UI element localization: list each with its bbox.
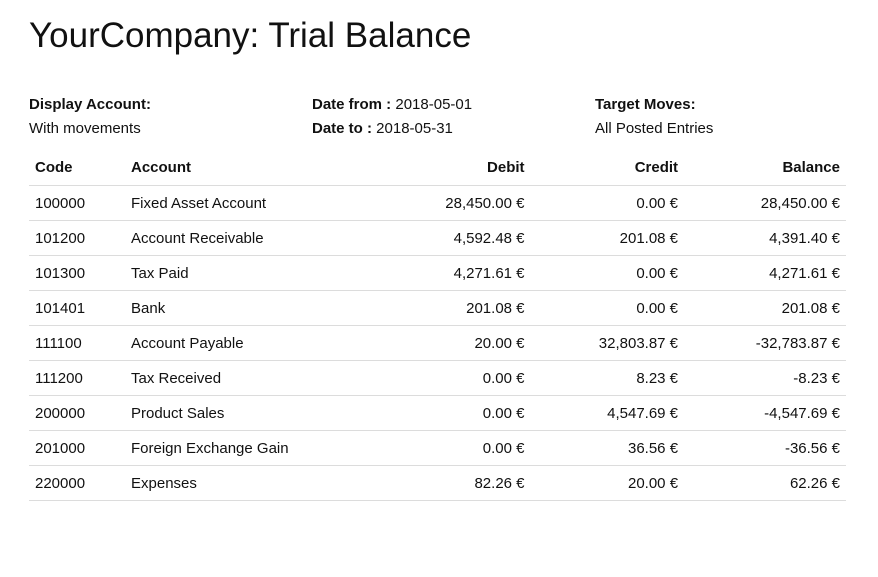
cell-account: Fixed Asset Account	[125, 185, 377, 221]
target-moves-value: All Posted Entries	[595, 120, 714, 137]
cell-code: 111100	[29, 325, 125, 361]
table-row: 111200 Tax Received 0.00 € 8.23 € -8.23 …	[29, 360, 846, 396]
date-range-block: Date from : 2018-05-01 Date to : 2018-05…	[312, 93, 472, 141]
cell-credit: 8.23 €	[530, 360, 685, 396]
display-account-label: Display Account:	[29, 96, 151, 113]
date-to-label: Date to :	[312, 120, 372, 137]
cell-credit: 0.00 €	[530, 255, 685, 291]
report-info: Display Account: With movements Date fro…	[29, 93, 846, 143]
cell-code: 101200	[29, 220, 125, 256]
date-from-line: Date from : 2018-05-01	[312, 93, 472, 117]
date-from-label: Date from :	[312, 96, 392, 113]
cell-balance: 201.08 €	[684, 290, 846, 326]
cell-account: Tax Received	[125, 360, 377, 396]
cell-credit: 0.00 €	[530, 185, 685, 221]
cell-balance: -36.56 €	[684, 430, 846, 466]
cell-code: 220000	[29, 465, 125, 501]
date-from-value: 2018-05-01	[395, 96, 473, 113]
cell-credit: 0.00 €	[530, 290, 685, 326]
cell-debit: 0.00 €	[377, 395, 531, 431]
table-row: 201000 Foreign Exchange Gain 0.00 € 36.5…	[29, 430, 846, 466]
display-account-value: With movements	[29, 120, 141, 137]
date-to-value: 2018-05-31	[376, 120, 453, 137]
cell-credit: 201.08 €	[530, 220, 685, 256]
cell-credit: 4,547.69 €	[530, 395, 685, 431]
cell-debit: 201.08 €	[377, 290, 531, 326]
cell-balance: -4,547.69 €	[684, 395, 846, 431]
cell-code: 100000	[29, 185, 125, 221]
table-row: 200000 Product Sales 0.00 € 4,547.69 € -…	[29, 395, 846, 431]
table-row: 220000 Expenses 82.26 € 20.00 € 62.26 €	[29, 465, 846, 501]
cell-code: 101401	[29, 290, 125, 326]
cell-account: Product Sales	[125, 395, 377, 431]
cell-debit: 20.00 €	[377, 325, 531, 361]
table-row: 101200 Account Receivable 4,592.48 € 201…	[29, 220, 846, 256]
cell-account: Account Receivable	[125, 220, 377, 256]
cell-balance: 4,271.61 €	[684, 255, 846, 291]
cell-balance: 28,450.00 €	[684, 185, 846, 221]
cell-balance: -32,783.87 €	[684, 325, 846, 361]
table-row: 111100 Account Payable 20.00 € 32,803.87…	[29, 325, 846, 361]
table-header-row: Code Account Debit Credit Balance	[29, 150, 846, 186]
cell-balance: 4,391.40 €	[684, 220, 846, 256]
report-title: YourCompany: Trial Balance	[29, 16, 472, 55]
cell-account: Foreign Exchange Gain	[125, 430, 377, 466]
header-account: Account	[125, 150, 377, 186]
cell-balance: -8.23 €	[684, 360, 846, 396]
target-moves-block: Target Moves: All Posted Entries	[595, 93, 713, 141]
cell-debit: 4,592.48 €	[377, 220, 531, 256]
header-balance: Balance	[684, 150, 846, 186]
cell-account: Bank	[125, 290, 377, 326]
cell-account: Expenses	[125, 465, 377, 501]
header-credit: Credit	[530, 150, 685, 186]
target-moves-label: Target Moves:	[595, 96, 696, 113]
cell-code: 201000	[29, 430, 125, 466]
cell-debit: 82.26 €	[377, 465, 531, 501]
display-account-block: Display Account: With movements	[29, 93, 151, 141]
cell-account: Tax Paid	[125, 255, 377, 291]
cell-account: Account Payable	[125, 325, 377, 361]
header-code: Code	[29, 150, 125, 186]
table-row: 100000 Fixed Asset Account 28,450.00 € 0…	[29, 185, 846, 221]
cell-debit: 28,450.00 €	[377, 185, 531, 221]
cell-credit: 36.56 €	[530, 430, 685, 466]
table-row: 101401 Bank 201.08 € 0.00 € 201.08 €	[29, 290, 846, 326]
cell-code: 200000	[29, 395, 125, 431]
cell-credit: 32,803.87 €	[530, 325, 685, 361]
cell-debit: 0.00 €	[377, 430, 531, 466]
cell-debit: 0.00 €	[377, 360, 531, 396]
cell-code: 101300	[29, 255, 125, 291]
date-to-line: Date to : 2018-05-31	[312, 117, 472, 141]
header-debit: Debit	[377, 150, 531, 186]
trial-balance-table: Code Account Debit Credit Balance 100000…	[29, 150, 846, 501]
cell-credit: 20.00 €	[530, 465, 685, 501]
cell-code: 111200	[29, 360, 125, 396]
cell-balance: 62.26 €	[684, 465, 846, 501]
table-row: 101300 Tax Paid 4,271.61 € 0.00 € 4,271.…	[29, 255, 846, 291]
cell-debit: 4,271.61 €	[377, 255, 531, 291]
